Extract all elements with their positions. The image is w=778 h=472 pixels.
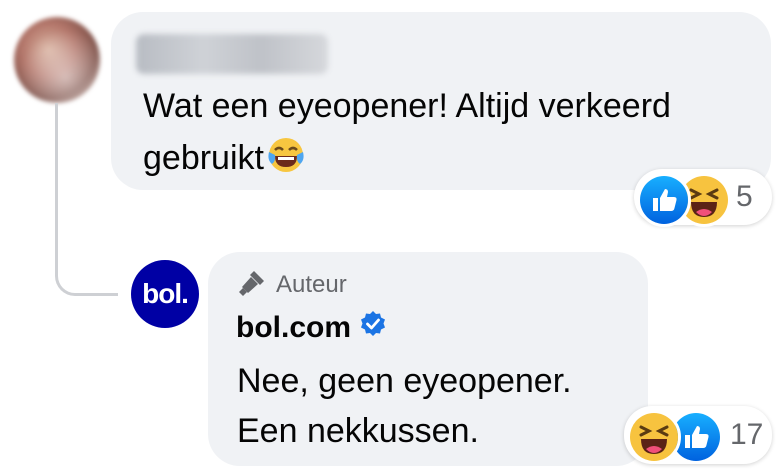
- bol-avatar[interactable]: bol.: [131, 260, 199, 328]
- page-name[interactable]: bol.com: [236, 311, 351, 345]
- reply-reactions[interactable]: 17: [624, 406, 772, 464]
- comment-text-line2: gebruikt: [143, 139, 264, 177]
- page-name-row: bol.com: [236, 310, 387, 346]
- microphone-icon: [236, 267, 268, 304]
- tears-of-joy-emoji-icon: [266, 135, 306, 190]
- author-badge-label: Auteur: [276, 271, 347, 298]
- reaction-count: 17: [730, 418, 764, 451]
- bol-logo-text: bol.: [142, 278, 189, 309]
- commenter-name-blurred[interactable]: [136, 34, 328, 74]
- haha-icon: [627, 410, 681, 464]
- commenter-avatar[interactable]: [14, 17, 100, 103]
- author-badge: Auteur: [236, 268, 347, 302]
- thread-connector-line: [55, 103, 118, 296]
- verified-badge-icon: [359, 310, 387, 346]
- reply-text: Nee, geen eyeopener. Een nekkussen.: [237, 356, 572, 456]
- reply-text-line1: Nee, geen eyeopener.: [237, 362, 572, 400]
- comment-text-line1: Wat een eyeopener! Altijd verkeerd: [143, 87, 671, 125]
- like-icon: [637, 173, 691, 227]
- reaction-count: 5: [736, 180, 753, 213]
- reply-text-line2: Een nekkussen.: [237, 412, 479, 450]
- comment-reactions[interactable]: 5: [634, 169, 772, 227]
